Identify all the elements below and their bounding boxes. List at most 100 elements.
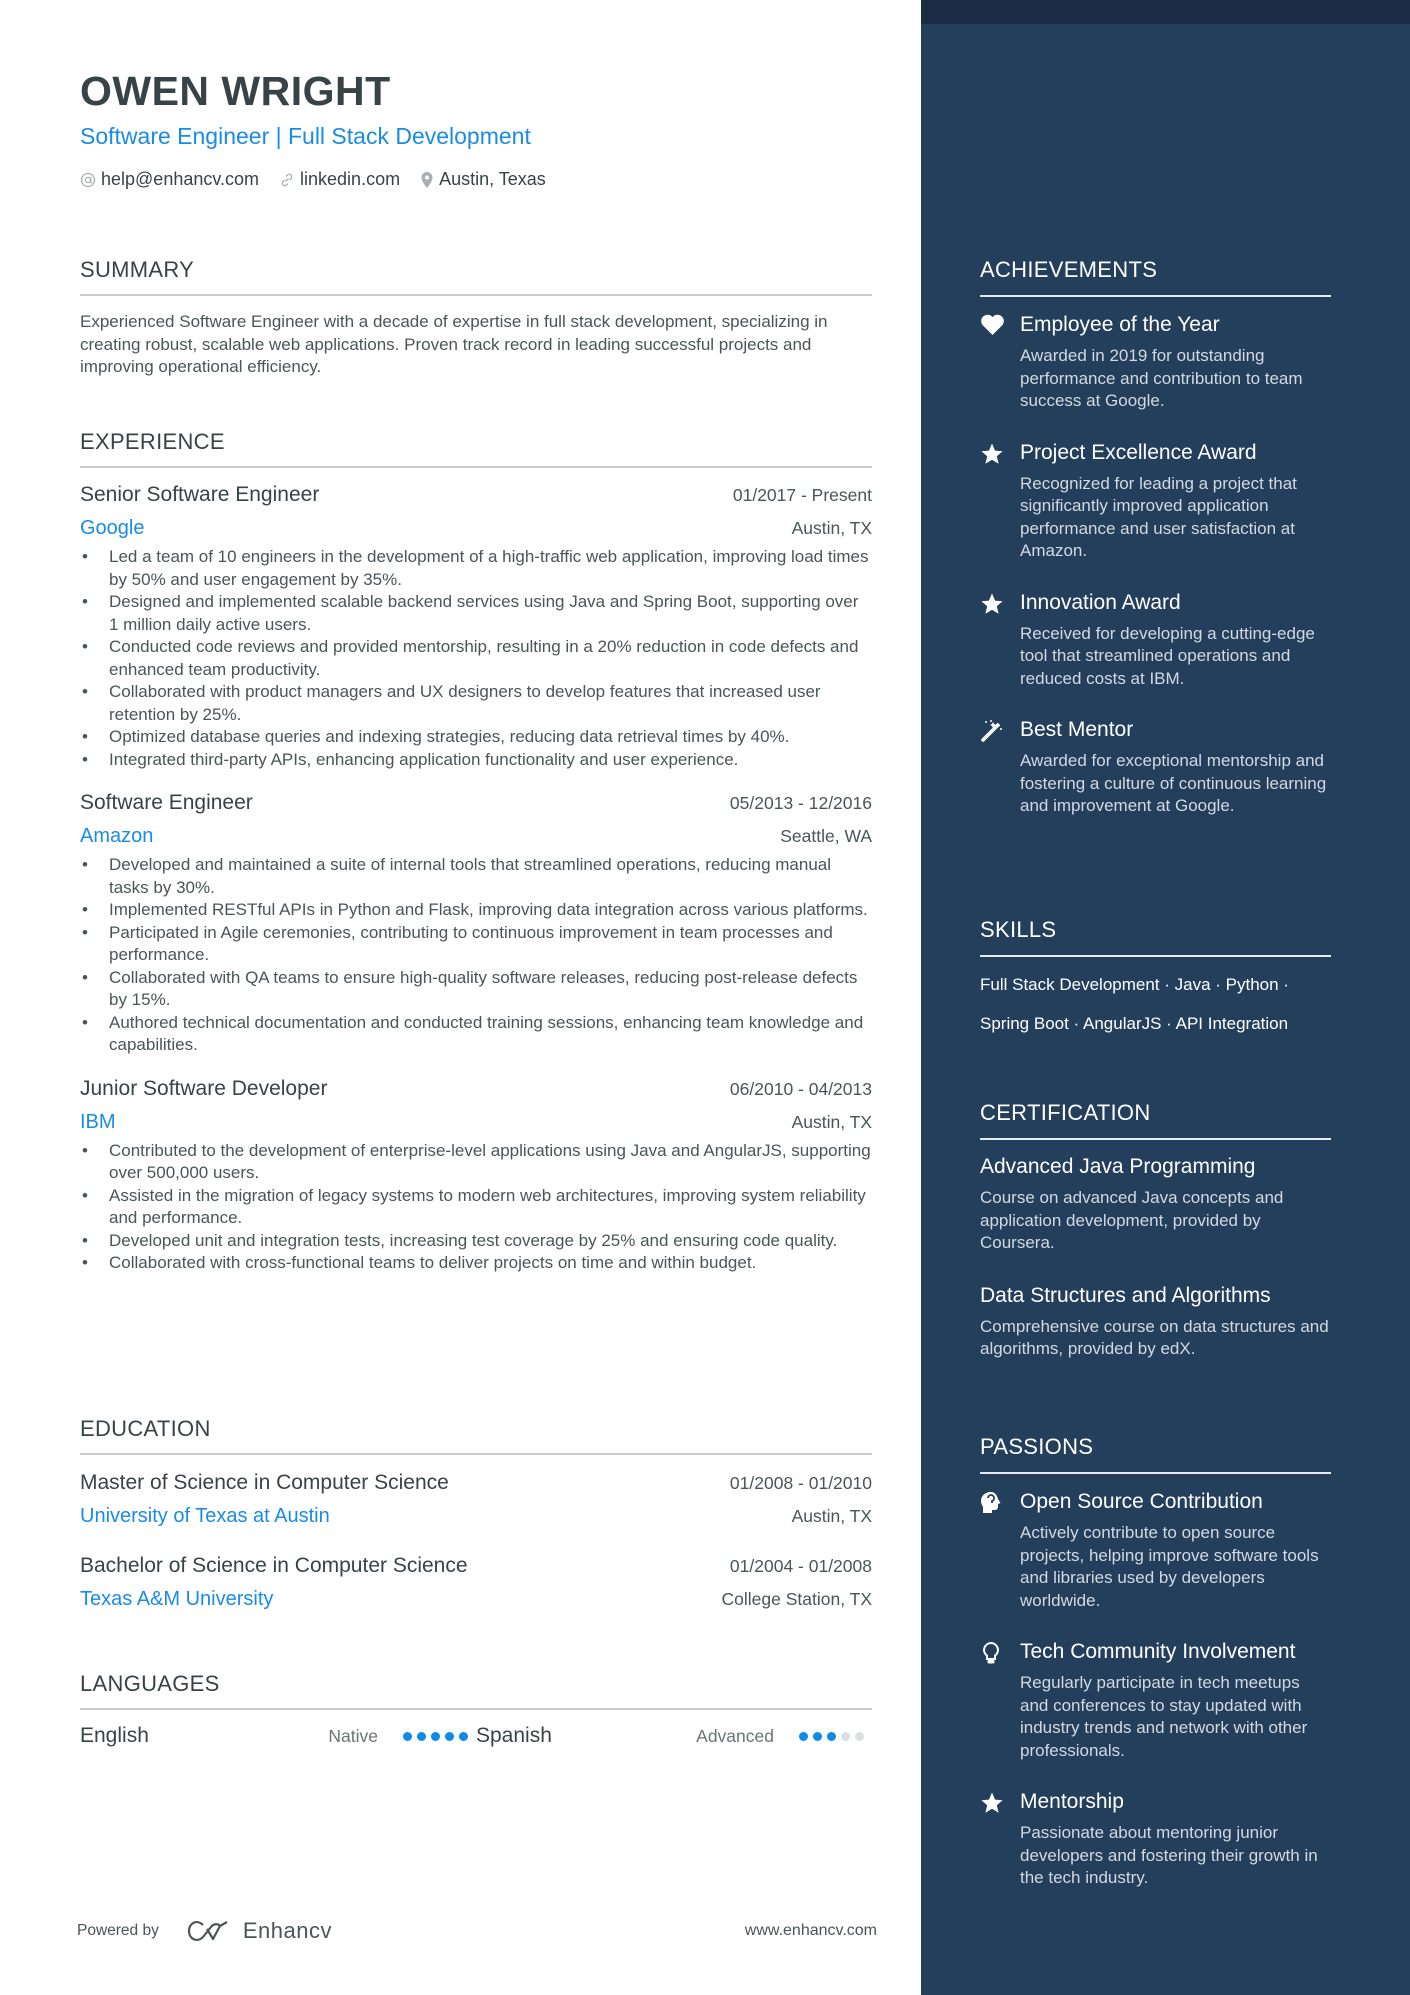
language-rating (403, 1731, 473, 1741)
summary-section: SUMMARY Experienced Software Engineer wi… (80, 256, 872, 379)
skills-line: Spring Boot · AngularJS · API Integratio… (980, 1014, 1289, 1033)
contact-email-text: help@enhancv.com (101, 169, 260, 189)
section-divider (80, 294, 872, 296)
achievement-title: Best Mentor (1020, 718, 1134, 741)
job-dates: 06/2010 - 04/2013 (729, 1078, 872, 1099)
star-icon (981, 443, 1003, 464)
passions-heading: PASSIONS (980, 1434, 1094, 1459)
contact-email[interactable]: help@enhancv.com (80, 169, 259, 190)
section-divider (80, 1708, 872, 1710)
certification-title: Advanced Java Programming (980, 1155, 1256, 1178)
rating-dot-filled (403, 1731, 412, 1741)
certification-desc: Course on advanced Java concepts and app… (980, 1188, 1284, 1252)
job-location: Seattle, WA (780, 826, 872, 846)
job-bullet: Integrated third-party APIs, enhancing a… (80, 749, 872, 772)
passion-item: Tech Community Involvement Regularly par… (980, 1639, 1331, 1762)
skills-section: SKILLS Full Stack Development · Java · P… (980, 916, 1331, 1043)
rating-dot-filled (813, 1731, 822, 1741)
rating-dot-filled (827, 1731, 836, 1741)
sidebar-top-strip (921, 0, 1410, 24)
contact-location-text: Austin, Texas (439, 169, 546, 189)
language-entry: English Native (80, 1724, 476, 1748)
job-bullet: Participated in Agile ceremonies, contri… (80, 922, 872, 967)
enhancv-logo[interactable]: Enhancv (187, 1918, 332, 1944)
experience-section: EXPERIENCE Senior Software Engineer 01/2… (80, 428, 872, 1275)
job-bullet: Optimized database queries and indexing … (80, 726, 872, 749)
candidate-headline: Software Engineer | Full Stack Developme… (80, 123, 531, 149)
education-dates: 01/2008 - 01/2010 (729, 1473, 872, 1493)
section-divider (980, 295, 1331, 297)
rating-dot-filled (417, 1731, 426, 1741)
certification-section: CERTIFICATION Advanced Java Programming … (980, 1099, 1331, 1361)
section-divider (80, 466, 872, 468)
passion-item: Open Source Contribution Actively contri… (980, 1489, 1331, 1612)
heart-icon (981, 314, 1004, 335)
education-entry: Bachelor of Science in Computer Science … (80, 1554, 872, 1611)
job-bullets: Contributed to the development of enterp… (80, 1140, 872, 1275)
summary-heading: SUMMARY (80, 257, 195, 282)
school[interactable]: Texas A&M University (80, 1588, 273, 1611)
section-divider (980, 955, 1331, 957)
education-section: EDUCATION Master of Science in Computer … (80, 1415, 872, 1611)
skills-heading: SKILLS (980, 917, 1057, 942)
achievement-item: Innovation Award Received for developing… (980, 590, 1331, 691)
job-title: Senior Software Engineer (80, 483, 320, 506)
achievements-section: ACHIEVEMENTS Employee of the Year Awarde… (980, 256, 1331, 818)
contact-linkedin[interactable]: linkedin.com (279, 169, 400, 190)
education-location: Austin, TX (791, 1506, 872, 1526)
head-brain-icon (981, 1492, 1001, 1513)
passion-title: Tech Community Involvement (1020, 1640, 1296, 1663)
link-icon (281, 173, 293, 186)
job-bullet: Collaborated with QA teams to ensure hig… (80, 967, 872, 1012)
contact-linkedin-text: linkedin.com (300, 169, 401, 189)
achievement-desc: Awarded in 2019 for outstanding performa… (1020, 346, 1303, 410)
section-divider (980, 1472, 1331, 1474)
degree: Bachelor of Science in Computer Science (80, 1554, 468, 1577)
job-bullets: Developed and maintained a suite of inte… (80, 854, 872, 1057)
achievement-desc: Received for developing a cutting-edge t… (1020, 623, 1315, 688)
education-heading: EDUCATION (80, 1416, 211, 1441)
rating-dot-empty (855, 1731, 864, 1741)
rating-dot-filled (459, 1731, 468, 1741)
job-entry: Senior Software Engineer 01/2017 - Prese… (80, 483, 872, 771)
magic-wand-icon (981, 720, 1002, 742)
passion-desc: Actively contribute to open source proje… (1020, 1523, 1319, 1610)
education-dates: 01/2004 - 01/2008 (729, 1556, 872, 1576)
passion-title: Mentorship (1020, 1790, 1124, 1813)
job-bullet: Developed unit and integration tests, in… (80, 1230, 872, 1253)
job-company[interactable]: IBM (80, 1111, 116, 1134)
enhancv-logo-icon (187, 1921, 228, 1941)
languages-section: LANGUAGES English Native Spanish Advance… (80, 1670, 872, 1748)
language-name: Spanish (476, 1724, 552, 1747)
contact-location: Austin, Texas (420, 169, 546, 190)
job-company[interactable]: Amazon (80, 825, 153, 848)
job-bullet: Contributed to the development of enterp… (80, 1140, 872, 1185)
certification-heading: CERTIFICATION (980, 1100, 1151, 1125)
achievement-item: Project Excellence Award Recognized for … (980, 440, 1331, 563)
job-company[interactable]: Google (80, 517, 145, 540)
language-entry: Spanish Advanced (476, 1724, 872, 1748)
job-bullet: Developed and maintained a suite of inte… (80, 854, 872, 899)
passion-desc: Passionate about mentoring junior develo… (1020, 1823, 1318, 1887)
languages-list: English Native Spanish Advanced (80, 1724, 872, 1748)
enhancv-brand-text: Enhancv (242, 1918, 332, 1943)
footer-url[interactable]: www.enhancv.com (745, 1922, 877, 1940)
section-divider (980, 1138, 1331, 1140)
certification-title: Data Structures and Algorithms (980, 1283, 1271, 1307)
job-bullet: Conducted code reviews and provided ment… (80, 636, 872, 681)
job-dates: 01/2017 - Present (732, 485, 872, 505)
job-location: Austin, TX (791, 518, 872, 538)
job-entry: Junior Software Developer 06/2010 - 04/2… (80, 1077, 872, 1275)
achievement-title: Project Excellence Award (1020, 440, 1257, 464)
education-location: College Station, TX (721, 1589, 872, 1609)
job-entry: Software Engineer 05/2013 - 12/2016 Amaz… (80, 791, 872, 1057)
certification-item: Data Structures and Algorithms Comprehen… (980, 1283, 1331, 1361)
job-dates: 05/2013 - 12/2016 (729, 793, 872, 813)
footer: Powered by Enhancv www.enhancv.com (77, 1918, 877, 1944)
school[interactable]: University of Texas at Austin (80, 1505, 330, 1528)
language-level: Native (328, 1725, 378, 1746)
certification-desc: Comprehensive course on data structures … (980, 1316, 1329, 1359)
contact-info: help@enhancv.com linkedin.com Austin, Te… (80, 169, 566, 190)
job-bullet: Authored technical documentation and con… (80, 1012, 872, 1057)
rating-dot-empty (841, 1731, 850, 1741)
